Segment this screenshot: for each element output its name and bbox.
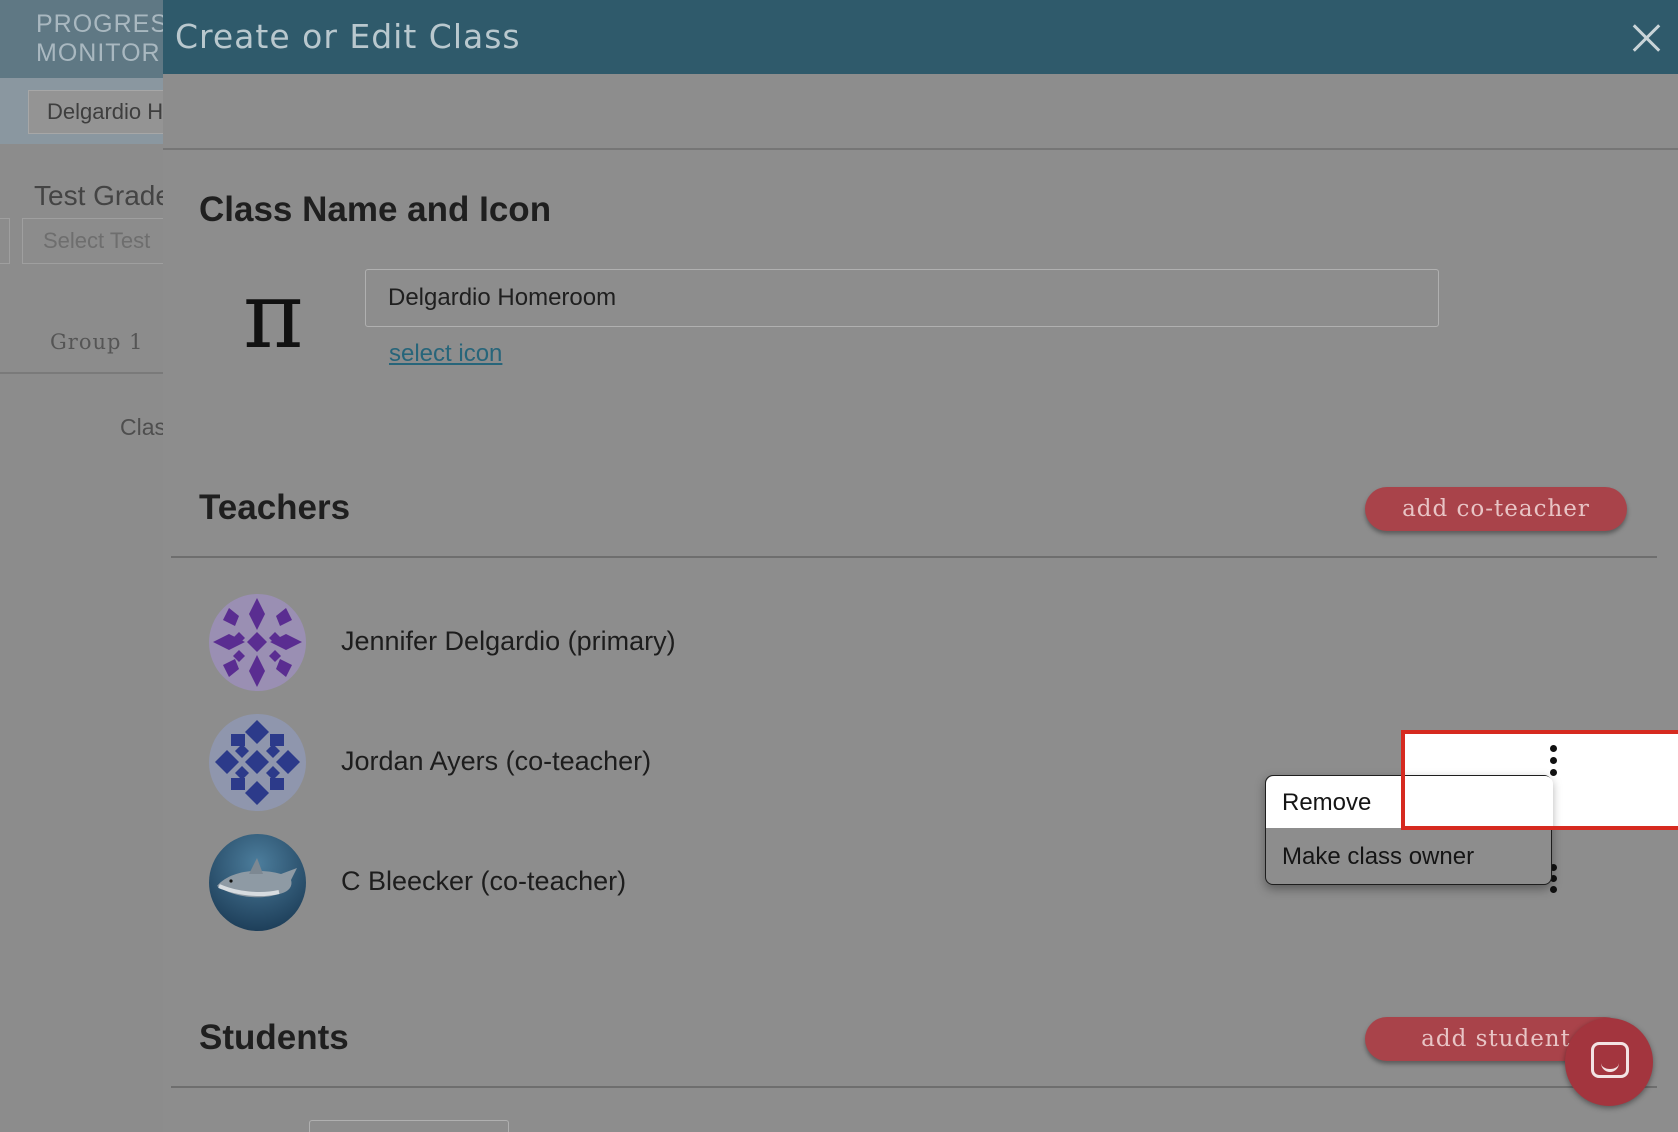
modal-header: Create or Edit Class (163, 0, 1678, 74)
shark-photo-avatar (209, 834, 306, 931)
add-co-teacher-button[interactable]: add co-teacher (1365, 487, 1627, 531)
test-grade-label: Test Grade (34, 180, 171, 211)
modal-title: Create or Edit Class (175, 17, 521, 56)
teacher-row: C Bleecker (co-teacher) (209, 834, 1409, 934)
group-tab[interactable]: Group 1 (50, 330, 143, 354)
student-field[interactable] (309, 1120, 509, 1132)
class-name-input[interactable] (365, 269, 1439, 327)
menu-item-remove[interactable]: Remove (1282, 789, 1371, 817)
blue-pattern-avatar (209, 714, 306, 811)
class-name-heading: Class Name and Icon (199, 190, 552, 229)
select-icon-link[interactable]: select icon (389, 340, 502, 368)
chat-support-button[interactable] (1565, 1018, 1653, 1106)
teacher-row: Jennifer Delgardio (primary) (209, 594, 1409, 694)
teachers-heading: Teachers (199, 488, 351, 527)
test-select[interactable]: Select Test (22, 218, 172, 264)
close-icon[interactable] (1626, 18, 1666, 58)
chat-icon (1591, 1042, 1629, 1078)
purple-pattern-avatar (209, 594, 306, 691)
students-divider (171, 1086, 1657, 1088)
teacher-row: Jordan Ayers (co-teacher) (209, 714, 1409, 814)
teacher-name: Jennifer Delgardio (primary) (341, 626, 676, 656)
teacher-name: C Bleecker (co-teacher) (341, 866, 627, 896)
teachers-divider (171, 556, 1657, 558)
left-edge-control (0, 218, 10, 264)
class-selector[interactable]: Delgardio Homeroom (28, 90, 178, 134)
tab-divider (0, 372, 170, 374)
create-edit-class-modal: Create or Edit Class Class Name and Icon… (163, 0, 1678, 1132)
header-divider (163, 148, 1678, 150)
app-logo: PROGRESS MONITOR (36, 10, 170, 67)
students-heading: Students (199, 1018, 349, 1057)
pi-icon[interactable]: π (243, 270, 303, 362)
app-header: PROGRESS MONITOR (0, 0, 170, 78)
teacher-name: Jordan Ayers (co-teacher) (341, 746, 652, 776)
teacher-options-menu: Remove Make class owner (1265, 775, 1553, 885)
menu-item-make-class-owner[interactable]: Make class owner (1282, 843, 1474, 871)
